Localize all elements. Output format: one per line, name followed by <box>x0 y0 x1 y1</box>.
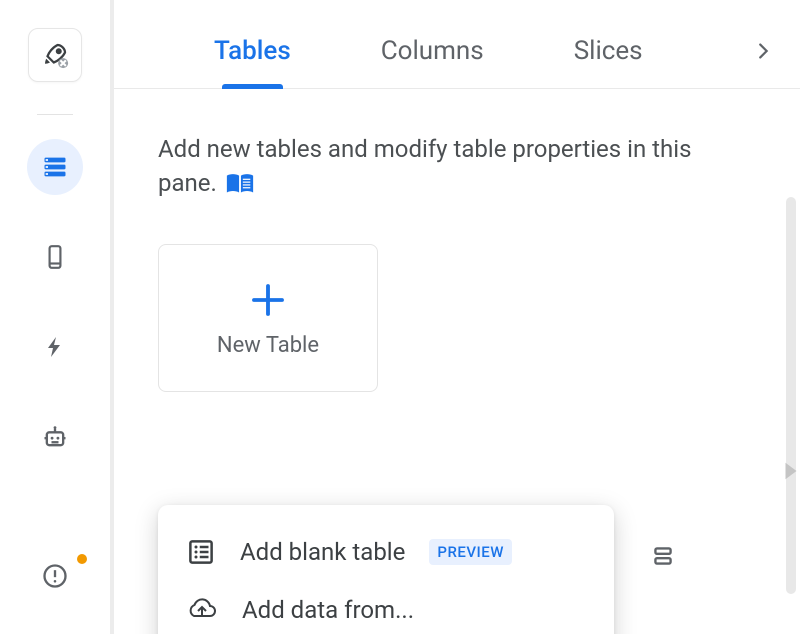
intro-text: Add new tables and modify table properti… <box>158 133 756 200</box>
robot-icon <box>41 423 69 451</box>
phone-icon <box>42 244 68 270</box>
sidebar-item-alerts[interactable] <box>27 548 83 604</box>
sidebar-item-automation[interactable] <box>27 319 83 375</box>
preview-badge: PREVIEW <box>429 539 512 565</box>
alert-circle-icon <box>41 562 69 590</box>
sidebar <box>0 0 110 634</box>
menu-item-label: Add data from... <box>242 596 414 624</box>
stack-icon <box>650 543 676 569</box>
triangle-right-icon <box>782 460 800 482</box>
table-list-icon <box>186 537 216 567</box>
sidebar-item-bot[interactable] <box>27 409 83 465</box>
content-area: Add new tables and modify table properti… <box>114 89 800 634</box>
expand-right-arrow[interactable] <box>782 460 800 482</box>
tab-columns[interactable]: Columns <box>381 36 484 88</box>
notification-dot <box>77 554 87 564</box>
chevron-right-icon <box>752 40 774 62</box>
book-icon[interactable] <box>225 171 255 197</box>
main-pane: Tables Columns Slices Add new tables and… <box>114 0 800 634</box>
menu-item-add-data-from[interactable]: Add data from... <box>158 581 614 634</box>
rocket-status-card[interactable] <box>28 28 82 82</box>
new-table-card[interactable]: New Table <box>158 244 378 392</box>
scrollbar[interactable] <box>786 197 796 594</box>
tab-slices[interactable]: Slices <box>574 36 643 88</box>
rocket-icon <box>40 40 70 70</box>
menu-item-add-blank-table[interactable]: Add blank table PREVIEW <box>158 523 614 581</box>
sidebar-item-views[interactable] <box>27 229 83 285</box>
tab-tables[interactable]: Tables <box>214 36 291 88</box>
sidebar-item-data[interactable] <box>27 139 83 195</box>
new-table-menu: Add blank table PREVIEW Add data from... <box>158 505 614 634</box>
tabs-container: Tables Columns Slices <box>114 0 800 89</box>
view-toggle-button[interactable] <box>650 543 676 569</box>
new-table-label: New Table <box>217 333 319 358</box>
tabs-scroll-right[interactable] <box>752 40 774 62</box>
rows-icon <box>41 153 69 181</box>
cloud-upload-icon <box>186 595 218 625</box>
sidebar-divider <box>37 114 73 115</box>
menu-item-label: Add blank table <box>240 538 405 566</box>
bolt-icon <box>43 335 67 359</box>
plus-icon <box>247 279 289 321</box>
